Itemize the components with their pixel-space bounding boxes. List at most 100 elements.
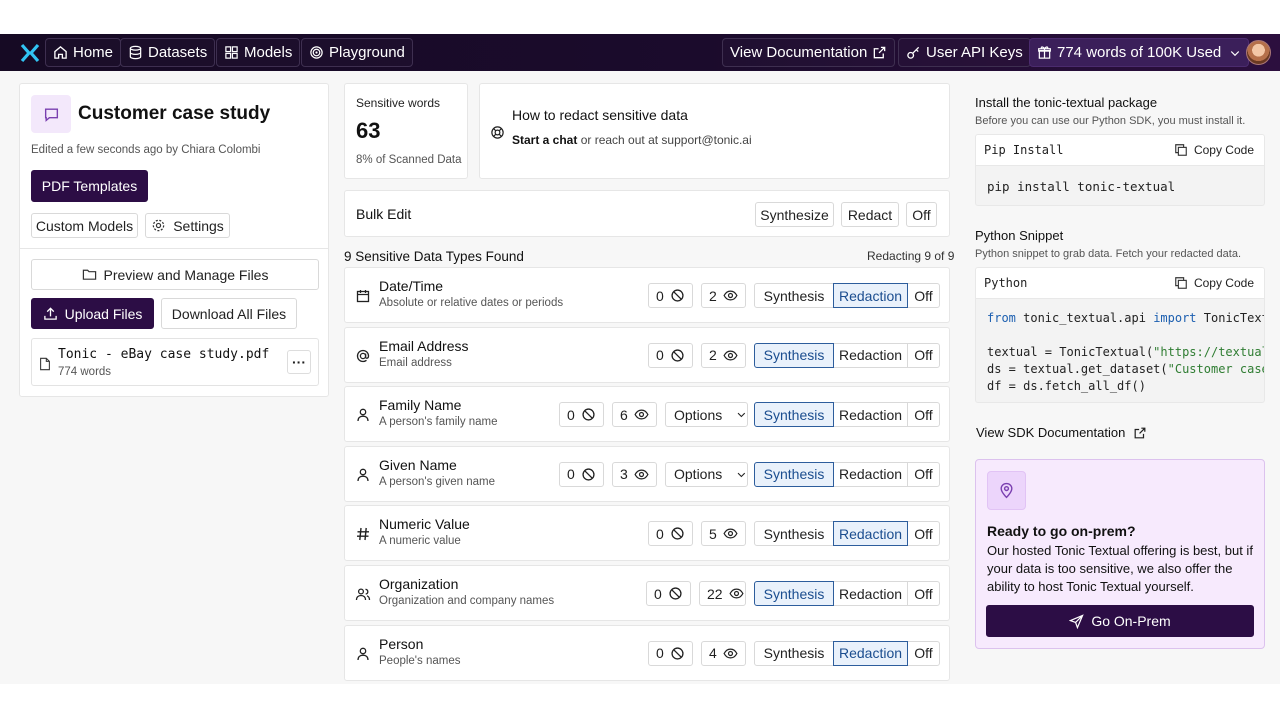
custom-models-button[interactable]: Custom Models	[31, 213, 138, 238]
copy-python-button[interactable]: Copy Code	[1174, 276, 1254, 290]
sensitive-words-label: Sensitive words	[356, 96, 441, 110]
download-all-files-button[interactable]: Download All Files	[161, 298, 297, 329]
synthesis-option[interactable]: Synthesis	[754, 640, 834, 666]
off-label: Off	[914, 406, 933, 423]
redaction-label: Redaction	[838, 466, 903, 483]
data-type-description: A numeric value	[379, 535, 461, 548]
blocked-count: 0	[656, 525, 664, 542]
redaction-option[interactable]: Redaction	[833, 283, 908, 308]
copy-pip-button[interactable]: Copy Code	[1174, 143, 1254, 157]
copy-python-label: Copy Code	[1193, 276, 1254, 290]
external-link-icon	[874, 46, 886, 59]
blocked-count-toggle[interactable]: 0	[648, 342, 693, 368]
sensitive-words-percent: 8% of Scanned Data	[356, 154, 462, 166]
visible-count: 2	[709, 287, 717, 304]
options-dropdown[interactable]: Options	[665, 402, 748, 428]
file-item[interactable]: Tonic - eBay case study.pdf 774 words ··…	[31, 338, 319, 386]
blocked-count: 0	[656, 347, 664, 364]
lifebuoy-icon	[491, 126, 504, 139]
code-keyword: from	[987, 311, 1016, 325]
folder-icon	[82, 269, 96, 280]
nav-playground[interactable]: Playground	[301, 38, 413, 67]
settings-button[interactable]: Settings	[145, 213, 230, 238]
data-type-row-organization: Organization Organization and company nam…	[344, 565, 950, 621]
on-prem-title: Ready to go on-prem?	[987, 523, 1136, 539]
on-prem-icon-tile	[987, 471, 1026, 510]
eye-icon	[729, 588, 744, 599]
ban-icon	[582, 408, 595, 421]
bulk-off-button[interactable]: Off	[906, 202, 937, 227]
blocked-count-toggle[interactable]: 0	[559, 461, 604, 487]
pdf-templates-button[interactable]: PDF Templates	[31, 170, 148, 202]
off-option[interactable]: Off	[907, 283, 940, 308]
off-option[interactable]: Off	[907, 461, 940, 487]
blocked-count-toggle[interactable]: 0	[648, 283, 693, 308]
redaction-option[interactable]: Redaction	[833, 521, 908, 547]
off-option[interactable]: Off	[907, 640, 940, 666]
gift-icon	[1038, 46, 1051, 59]
synthesis-option[interactable]: Synthesis	[754, 461, 834, 487]
visible-count-toggle[interactable]: 2	[701, 283, 746, 308]
mode-selector: Synthesis Redaction Off	[754, 581, 940, 606]
data-type-name: Person	[379, 635, 424, 652]
preview-manage-files-button[interactable]: Preview and Manage Files	[31, 259, 319, 290]
visible-count-toggle[interactable]: 5	[701, 521, 746, 547]
nav-datasets[interactable]: Datasets	[120, 38, 216, 67]
view-documentation-link[interactable]: View Documentation	[722, 38, 896, 67]
preview-manage-files-label: Preview and Manage Files	[103, 266, 269, 283]
tonic-logo-icon[interactable]	[20, 43, 40, 63]
bulk-redact-button[interactable]: Redact	[841, 202, 899, 227]
blocked-count-toggle[interactable]: 0	[646, 581, 691, 606]
target-icon	[310, 46, 323, 59]
ban-icon	[671, 348, 684, 362]
synthesis-option[interactable]: Synthesis	[754, 581, 834, 606]
snippet-subtitle: Python snippet to grab data. Fetch your …	[975, 248, 1242, 260]
view-sdk-docs-link[interactable]: View SDK Documentation	[976, 425, 1147, 440]
visible-count-toggle[interactable]: 4	[701, 640, 746, 666]
off-option[interactable]: Off	[907, 521, 940, 547]
file-name: Tonic - eBay case study.pdf	[58, 347, 270, 362]
code-line: textual = TonicTextual(	[987, 345, 1154, 359]
view-documentation-label: View Documentation	[730, 44, 868, 61]
database-icon	[129, 45, 142, 60]
redaction-option[interactable]: Redaction	[833, 581, 908, 606]
visible-count-toggle[interactable]: 22	[699, 581, 746, 606]
blocked-count-toggle[interactable]: 0	[648, 521, 693, 547]
code-class: TonicTextual	[1203, 311, 1264, 325]
data-type-row-given-name: Given Name A person's given name 0 3 Options…	[344, 445, 950, 502]
synthesis-option[interactable]: Synthesis	[754, 402, 834, 428]
redaction-option[interactable]: Redaction	[833, 342, 908, 368]
nav-home[interactable]: Home	[45, 38, 122, 67]
redaction-option[interactable]: Redaction	[833, 402, 908, 428]
nav-models[interactable]: Models	[216, 38, 301, 67]
off-option[interactable]: Off	[907, 402, 940, 428]
data-type-name: Date/Time	[379, 278, 444, 294]
visible-count-toggle[interactable]: 3	[612, 461, 657, 487]
off-option[interactable]: Off	[907, 342, 940, 368]
redaction-option[interactable]: Redaction	[833, 640, 908, 666]
synthesis-option[interactable]: Synthesis	[754, 283, 834, 308]
start-chat-link[interactable]: Start a chat	[512, 133, 577, 147]
at-sign-icon	[356, 349, 370, 362]
redacting-count: Redacting 9 of 9	[867, 249, 955, 263]
blocked-count-toggle[interactable]: 0	[648, 640, 693, 666]
bulk-synthesize-button[interactable]: Synthesize	[755, 202, 834, 227]
eye-icon	[634, 469, 649, 480]
visible-count-toggle[interactable]: 6	[612, 402, 657, 428]
upload-files-button[interactable]: Upload Files	[31, 298, 154, 329]
user-api-keys-button[interactable]: User API Keys	[898, 38, 1031, 67]
user-avatar[interactable]	[1246, 40, 1271, 65]
visible-count-toggle[interactable]: 2	[701, 342, 746, 368]
go-on-prem-button[interactable]: Go On-Prem	[986, 605, 1254, 637]
off-option[interactable]: Off	[907, 581, 940, 606]
data-type-description: Email address	[379, 356, 452, 369]
file-more-button[interactable]: ···	[287, 350, 311, 374]
options-dropdown[interactable]: Options	[665, 461, 748, 487]
usage-dropdown[interactable]: 774 words of 100K Used	[1029, 38, 1250, 67]
redaction-option[interactable]: Redaction	[833, 461, 908, 487]
synthesis-option[interactable]: Synthesis	[754, 342, 834, 368]
project-edited-info: Edited a few seconds ago by Chiara Colom…	[31, 144, 261, 156]
copy-pip-label: Copy Code	[1193, 143, 1254, 157]
synthesis-option[interactable]: Synthesis	[754, 521, 834, 547]
blocked-count-toggle[interactable]: 0	[559, 402, 604, 428]
